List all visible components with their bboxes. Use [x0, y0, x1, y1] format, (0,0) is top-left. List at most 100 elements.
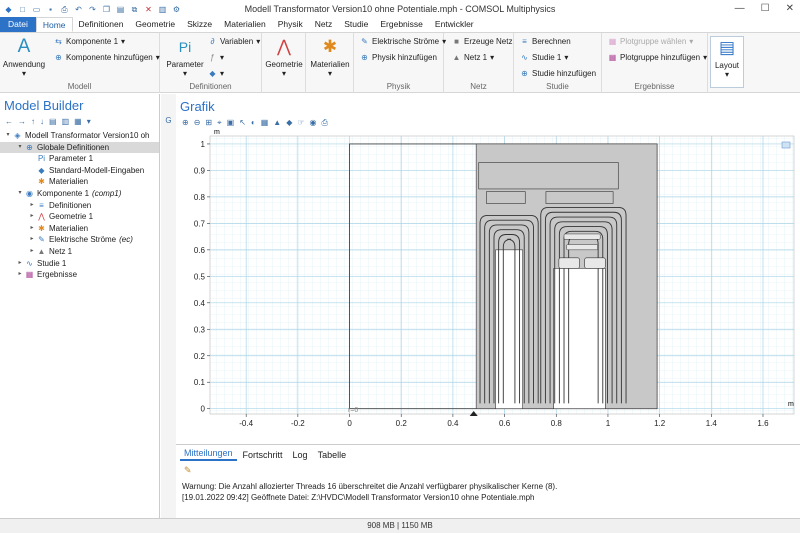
model-inputs-dropdown[interactable]: ◆ ▾: [208, 69, 224, 78]
y-tick-label: 0.5: [194, 272, 206, 281]
functions-dropdown[interactable]: ƒ ▾: [208, 53, 224, 62]
tree-item[interactable]: ▾ ◈ Modell Transformator Version10 oh: [0, 130, 159, 142]
tab-geometrie[interactable]: Geometrie: [129, 17, 181, 32]
anwendung-button[interactable]: A Anwendung ▾: [2, 36, 46, 78]
komponente-dropdown[interactable]: ⇆ Komponente 1 ▾: [54, 37, 125, 46]
tab-ergebnisse[interactable]: Ergebnisse: [374, 17, 429, 32]
tree-item[interactable]: ▸ ∿ Studie 1: [0, 258, 159, 270]
x-tick-label: 1.2: [654, 419, 666, 428]
print-icon[interactable]: ⎙: [322, 118, 328, 128]
tab-fortschritt[interactable]: Fortschritt: [239, 449, 287, 461]
tree-item[interactable]: ▸ ✱ Materialien: [0, 223, 159, 235]
parameter-button[interactable]: Pi Parameter ▾: [166, 36, 204, 78]
collapsed-arrow-icon[interactable]: ▸: [16, 269, 24, 281]
tab-materialien[interactable]: Materialien: [218, 17, 272, 32]
zoom-extents-icon[interactable]: ⌖: [217, 118, 222, 128]
expanded-arrow-icon[interactable]: ▾: [16, 142, 24, 154]
x-tick-label: 0.8: [551, 419, 563, 428]
group-definitionen: Pi Parameter ▾ ∂ Variablen ▾ ƒ ▾ ◆ ▾ Definit…: [160, 33, 262, 93]
geometrie-button[interactable]: ⋀ Geometrie ▾: [264, 36, 304, 78]
tree-item[interactable]: ▸ ≡ Definitionen: [0, 200, 159, 212]
geometry-plot[interactable]: -0.4 -0.2 0 0.2 0.4 0.6 0.8 1 1.2 1.4 1.6 1 0.9 0.8 0…: [176, 130, 800, 439]
zoom-out-icon[interactable]: ⊖: [194, 118, 201, 127]
transparency-icon[interactable]: ◐: [251, 118, 256, 127]
tab-datei[interactable]: Datei: [0, 17, 36, 32]
tree-item[interactable]: ◆ Standard-Modell-Eingaben: [0, 165, 159, 177]
tab-home[interactable]: Home: [35, 17, 73, 32]
down-icon[interactable]: ↓: [40, 117, 44, 126]
tree-item[interactable]: ▸ ✎ Elektrische Ströme (ec): [0, 234, 159, 246]
add-physics-icon: ⊕: [361, 53, 368, 62]
tab-definitionen[interactable]: Definitionen: [73, 17, 130, 32]
collapsed-arrow-icon[interactable]: ▸: [28, 234, 36, 246]
collapsed-arrow-icon[interactable]: ▸: [16, 258, 24, 270]
fit-icon[interactable]: ▣: [227, 118, 235, 127]
x-tick-label: 1: [606, 419, 611, 428]
studie-hinzufuegen-button[interactable]: ⊕ Studie hinzufügen: [520, 69, 596, 78]
tab-physik[interactable]: Physik: [272, 17, 309, 32]
tab-skizze[interactable]: Skizze: [181, 17, 218, 32]
select-icon[interactable]: ↖: [239, 118, 246, 127]
komponente-hinzufuegen-button[interactable]: ⊕ Komponente hinzufügen ▾: [54, 53, 160, 62]
plotgruppe-hinzufuegen-dropdown[interactable]: ▦ Plotgruppe hinzufügen ▾: [608, 53, 707, 62]
grid-icon[interactable]: ▦: [261, 118, 269, 127]
render-icon[interactable]: ◆: [286, 118, 292, 127]
materialien-button[interactable]: ✱ Materialien ▾: [308, 36, 352, 78]
tree-item[interactable]: ▸ ▦ Ergebnisse: [0, 269, 159, 281]
tab-mitteilungen[interactable]: Mitteilungen: [180, 447, 237, 461]
pointer-icon[interactable]: ☞: [297, 118, 304, 127]
maximize-button[interactable]: ☐: [761, 3, 770, 14]
function-icon: ƒ: [210, 53, 215, 62]
axis-orientation-icon[interactable]: [781, 141, 791, 149]
zoom-in-icon[interactable]: ⊕: [182, 118, 189, 127]
erzeuge-netz-button[interactable]: ■ Erzeuge Netz: [452, 37, 512, 46]
tab-entwickler[interactable]: Entwickler: [429, 17, 480, 32]
r-zero-label: r=0: [348, 407, 358, 414]
layout-button[interactable]: ▤ Layout ▾: [710, 36, 744, 88]
tree-item[interactable]: ▸ ⋀ Geometrie 1: [0, 211, 159, 223]
tab-netz[interactable]: Netz: [309, 17, 338, 32]
tab-studie[interactable]: Studie: [338, 17, 374, 32]
tree-item-label: Parameter 1: [49, 154, 94, 164]
expanded-arrow-icon[interactable]: ▾: [16, 188, 24, 200]
status-bar: 908 MB | 1150 MB: [0, 518, 800, 533]
collapsed-arrow-icon[interactable]: ▸: [28, 246, 36, 258]
menu-icon[interactable]: ▾: [87, 117, 91, 126]
y-tick-label: 0.7: [194, 219, 206, 228]
tree-item[interactable]: Pi Parameter 1: [0, 153, 159, 165]
up-icon[interactable]: ↑: [31, 117, 35, 126]
back-icon[interactable]: ←: [5, 117, 13, 126]
tree-node-icon: ▦: [25, 270, 34, 280]
group-netz: ■ Erzeuge Netz ▲ Netz 1 ▾ Netz: [444, 33, 514, 93]
collapsed-arrow-icon[interactable]: ▸: [28, 223, 36, 235]
tab-log[interactable]: Log: [289, 449, 312, 461]
tree-item[interactable]: ▾ ◉ Komponente 1 (comp1): [0, 188, 159, 200]
tree-item[interactable]: ▸ ▲ Netz 1: [0, 246, 159, 258]
tab-tabelle[interactable]: Tabelle: [314, 449, 351, 461]
elektrische-stroeme-dropdown[interactable]: ✎ Elektrische Ströme ▾: [360, 37, 446, 46]
expand-icon[interactable]: ▦: [74, 117, 82, 126]
studie1-dropdown[interactable]: ∿ Studie 1 ▾: [520, 53, 568, 62]
collapsed-arrow-icon[interactable]: ▸: [28, 211, 36, 223]
zoom-box-icon[interactable]: ⊞: [205, 118, 212, 127]
show-icon[interactable]: ▤: [49, 117, 57, 126]
tree-item[interactable]: ▾ ⊕ Globale Definitionen: [0, 141, 159, 154]
netz1-dropdown[interactable]: ▲ Netz 1 ▾: [452, 53, 495, 62]
variablen-dropdown[interactable]: ∂ Variablen ▾: [208, 37, 261, 46]
collapse-icon[interactable]: ▥: [62, 117, 70, 126]
forward-icon[interactable]: →: [18, 117, 26, 126]
expanded-arrow-icon[interactable]: ▾: [4, 130, 12, 142]
title-bar: ◆ □ ▭ ▪ ⎙ ↶ ↷ ❐ ▤ ⧉ ✕ ▥ ⚙ Modell Transfo…: [0, 0, 800, 18]
close-button[interactable]: ✕: [786, 3, 794, 14]
mesh-view-icon[interactable]: ▲: [273, 118, 281, 127]
berechnen-button[interactable]: ≡ Berechnen: [520, 37, 571, 46]
physik-hinzufuegen-button[interactable]: ⊕ Physik hinzufügen: [360, 53, 437, 62]
y-tick-label: 0: [201, 405, 206, 414]
plotgruppe-waehlen-dropdown[interactable]: ▦ Plotgruppe wählen ▾: [608, 37, 694, 46]
clear-brush-icon[interactable]: ✎: [184, 465, 192, 476]
tree-item[interactable]: ✱ Materialien: [0, 176, 159, 188]
collapsed-arrow-icon[interactable]: ▸: [28, 200, 36, 212]
camera-icon[interactable]: ◉: [310, 118, 317, 127]
minimize-button[interactable]: —: [735, 3, 745, 14]
graphics-side-icon[interactable]: G: [165, 116, 171, 125]
